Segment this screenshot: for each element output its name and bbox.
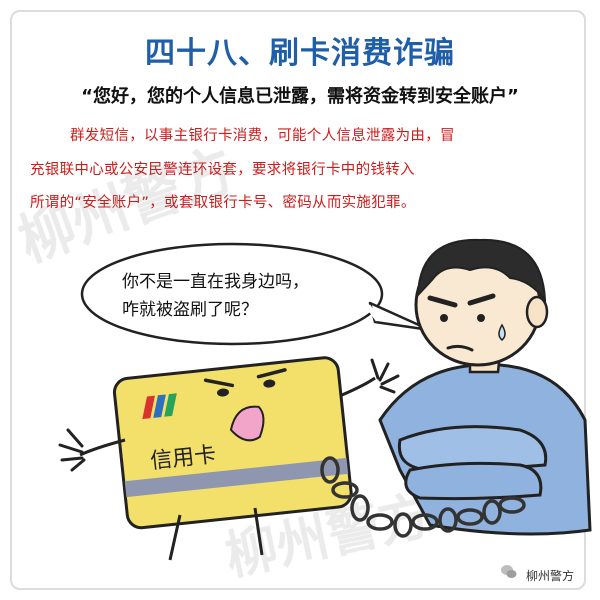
wechat-bubble-icon — [501, 565, 517, 578]
speech-line-1: 你不是一直在我身边吗， — [122, 272, 309, 292]
speech-bubble-text: 你不是一直在我身边吗， 咋就被盗刷了呢？ — [122, 268, 309, 324]
watermark-label: 柳州警方 — [526, 569, 575, 583]
card-label: 信用卡 — [149, 442, 218, 475]
poster: 四十八、刷卡消费诈骗 “您好，您的个人信息已泄露，需将资金转到安全账户” 群发短… — [0, 0, 600, 600]
man-figure — [378, 238, 592, 536]
speech-line-2: 咋就被盗刷了呢？ — [122, 300, 258, 320]
